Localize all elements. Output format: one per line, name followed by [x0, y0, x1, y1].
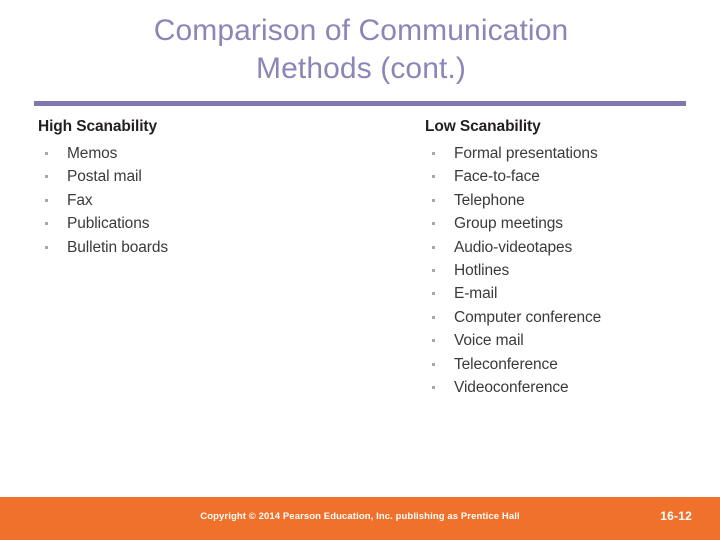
list-item-label: Voice mail	[454, 332, 524, 350]
column-heading-high-scanability: High Scanability	[38, 118, 157, 135]
slide-page-number: 16-12	[660, 509, 692, 523]
copyright-text: Copyright © 2014 Pearson Education, Inc.…	[200, 511, 520, 522]
bullet-square-icon	[432, 269, 435, 273]
bullet-square-icon	[432, 152, 435, 155]
list-item-label: Telephone	[454, 191, 525, 209]
bullet-square-icon	[432, 386, 435, 390]
list-item: Hotlines	[425, 259, 710, 282]
list-item-label: Formal presentations	[454, 145, 598, 162]
bullet-square-icon	[432, 245, 435, 249]
list-item: Memos	[38, 142, 378, 165]
bullet-square-icon	[45, 152, 48, 155]
column-heading-low-scanability: Low Scanability	[425, 118, 541, 135]
list-item-label: Fax	[67, 191, 93, 209]
list-item: Computer conference	[425, 306, 710, 329]
list-item: Voice mail	[425, 329, 710, 352]
title-divider-rule	[34, 101, 686, 106]
list-item: Teleconference	[425, 353, 710, 376]
bullet-square-icon	[45, 222, 48, 226]
slide-canvas: Comparison of Communication Methods (con…	[0, 0, 720, 540]
list-item: Fax	[38, 189, 378, 212]
list-item-label: Teleconference	[454, 355, 558, 373]
bullet-square-icon	[432, 175, 435, 179]
list-item: Bulletin boards	[38, 236, 378, 259]
list-item-label: Memos	[67, 145, 118, 162]
bullet-square-icon	[432, 292, 435, 296]
bullet-square-icon	[432, 198, 435, 202]
slide-content: High Scanability Memos Postal mail Fax P…	[0, 118, 720, 488]
list-item: E-mail	[425, 282, 710, 305]
bullet-square-icon	[432, 315, 435, 319]
list-item: Telephone	[425, 189, 710, 212]
column-high-scanability: High Scanability Memos Postal mail Fax P…	[38, 118, 378, 259]
list-item: Audio-videotapes	[425, 236, 710, 259]
list-item: Videoconference	[425, 376, 710, 399]
column-low-scanability: Low Scanability Formal presentations Fac…	[425, 118, 710, 399]
list-item-label: Bulletin boards	[67, 238, 169, 256]
list-item-label: Group meetings	[454, 215, 563, 233]
list-item-label: Hotlines	[454, 262, 510, 280]
list-item-label: E-mail	[454, 285, 498, 303]
page-title-line-1: Comparison of Communication	[153, 14, 569, 47]
bullet-square-icon	[432, 222, 435, 226]
page-title: Comparison of Communication Methods (con…	[36, 12, 686, 88]
list-item-label: Videoconference	[454, 379, 569, 397]
list-item: Formal presentations	[425, 142, 710, 165]
list-item-label: Face-to-face	[454, 168, 540, 186]
bullet-square-icon	[432, 339, 435, 343]
bullet-square-icon	[45, 198, 48, 202]
list-item: Face-to-face	[425, 165, 710, 188]
list-item-label: Postal mail	[67, 168, 142, 186]
bullet-square-icon	[45, 175, 48, 179]
page-title-line-2: Methods (cont.)	[256, 52, 466, 85]
bullet-square-icon	[432, 362, 435, 366]
list-item-label: Computer conference	[454, 308, 602, 326]
list-item-label: Publications	[67, 215, 150, 233]
bullet-square-icon	[45, 245, 48, 249]
bullet-list-high-scanability: Memos Postal mail Fax Publications Bulle…	[38, 142, 378, 259]
list-item: Group meetings	[425, 212, 710, 235]
slide-footer: Copyright © 2014 Pearson Education, Inc.…	[0, 497, 720, 540]
list-item: Publications	[38, 212, 378, 235]
list-item: Postal mail	[38, 165, 378, 188]
bullet-list-low-scanability: Formal presentations Face-to-face Teleph…	[425, 142, 710, 399]
list-item-label: Audio-videotapes	[454, 238, 573, 256]
